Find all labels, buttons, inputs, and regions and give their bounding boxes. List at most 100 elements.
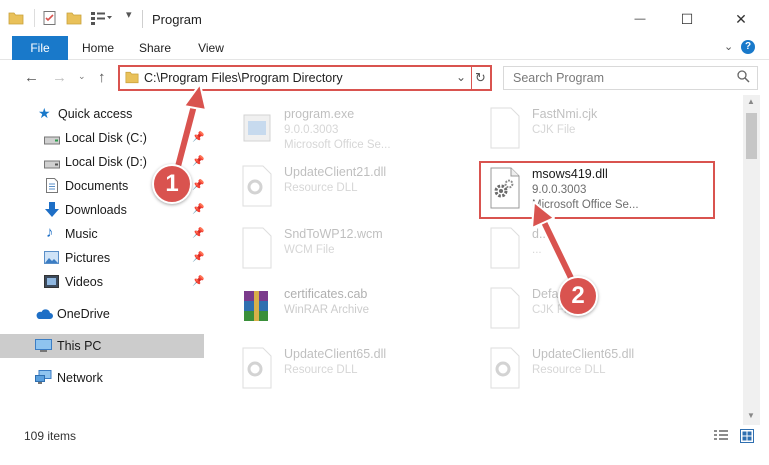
pin-icon[interactable]: 📌 — [192, 204, 204, 215]
file-type: Resource DLL — [532, 364, 606, 376]
qa-divider — [34, 9, 35, 27]
file-item-updateclient65-dll-2[interactable]: UpdateClient65.dll Resource DLL — [480, 341, 720, 397]
sidebar-item-onedrive[interactable]: OneDrive — [0, 302, 204, 326]
callout-1: 1 — [152, 164, 192, 204]
network-icon — [35, 370, 52, 388]
tab-file[interactable]: File — [12, 36, 68, 60]
file-type: CJK File — [532, 124, 576, 136]
sidebar-item-label: Downloads — [65, 203, 127, 217]
scroll-down-icon[interactable]: ▼ — [747, 411, 755, 420]
minimize-button[interactable]: — — [617, 0, 663, 38]
maximize-icon: ☐ — [680, 10, 694, 27]
sidebar-item-quick-access[interactable]: ★ Quick access — [0, 102, 204, 126]
hard-drive-icon — [44, 158, 60, 172]
sidebar-item-videos[interactable]: Videos 📌 — [0, 270, 204, 294]
help-icon[interactable]: ? — [741, 40, 755, 54]
forward-arrow-icon[interactable]: → — [52, 69, 67, 86]
tab-home[interactable]: Home — [76, 36, 120, 60]
file-name: SndToWP12.wcm — [284, 227, 383, 241]
navigation-pane: ★ Quick access Local Disk (C:) 📌 Local D… — [0, 95, 206, 425]
back-arrow-icon[interactable]: ← — [24, 69, 39, 86]
ribbon: File Home Share View ⌄ ? — [0, 36, 769, 60]
file-item-partial-d[interactable]: d... ... — [480, 221, 720, 277]
address-dropdown-icon[interactable]: ⌄ — [456, 70, 466, 84]
search-input[interactable]: Search Program — [503, 66, 758, 90]
folder-icon[interactable] — [8, 10, 24, 28]
view-options-icon[interactable] — [90, 10, 112, 28]
tab-share[interactable]: Share — [132, 36, 178, 60]
pin-icon[interactable]: 📌 — [192, 252, 204, 263]
close-button[interactable]: ✕ — [718, 0, 764, 38]
refresh-icon[interactable]: ↻ — [475, 70, 486, 86]
file-name: d... — [532, 227, 550, 241]
maximize-button[interactable]: ☐ — [664, 0, 710, 38]
music-note-icon: ♪ — [46, 224, 54, 241]
up-arrow-icon[interactable]: ↑ — [98, 69, 106, 86]
sidebar-item-label: This PC — [57, 339, 102, 353]
expand-ribbon-icon[interactable]: ⌄ — [724, 40, 733, 53]
pin-icon[interactable]: 📌 — [192, 180, 204, 191]
blank-file-icon — [488, 287, 522, 329]
star-icon: ★ — [38, 105, 51, 121]
sidebar-item-local-disk-c[interactable]: Local Disk (C:) 📌 — [0, 126, 204, 150]
pin-icon[interactable]: 📌 — [192, 156, 204, 167]
sidebar-item-label: Local Disk (D:) — [65, 155, 147, 169]
window-title: Program — [152, 12, 202, 27]
scroll-up-icon[interactable]: ▲ — [747, 97, 755, 106]
sidebar-item-pictures[interactable]: Pictures 📌 — [0, 246, 204, 270]
close-icon: ✕ — [735, 10, 747, 27]
gear-file-icon — [240, 347, 274, 389]
address-bar[interactable]: C:\Program Files\Program Directory ⌄ ↻ — [118, 65, 492, 91]
hard-drive-icon — [44, 134, 60, 148]
document-icon — [46, 178, 58, 196]
sidebar-item-music[interactable]: ♪ Music 📌 — [0, 222, 204, 246]
tab-view[interactable]: View — [190, 36, 232, 60]
video-icon — [44, 275, 59, 291]
cloud-icon — [35, 309, 53, 323]
file-item-fastnmi-cjk[interactable]: FastNmi.cjk CJK File — [480, 101, 720, 157]
new-folder-icon[interactable] — [66, 10, 82, 28]
pin-icon[interactable]: 📌 — [192, 132, 204, 143]
scrollbar-thumb[interactable] — [746, 113, 757, 159]
pin-icon[interactable]: 📌 — [192, 228, 204, 239]
sidebar-item-label: Documents — [65, 179, 129, 193]
properties-icon[interactable] — [42, 10, 58, 28]
status-bar: 109 items — [0, 425, 769, 447]
sidebar-item-label: OneDrive — [57, 307, 110, 321]
sidebar-item-label: Quick access — [58, 107, 133, 121]
sidebar-item-this-pc[interactable]: This PC — [0, 334, 204, 358]
file-item-certificates-cab[interactable]: certificates.cab WinRAR Archive — [232, 281, 472, 337]
file-name: FastNmi.cjk — [532, 107, 598, 121]
title-divider — [142, 10, 143, 28]
title-bar: ▾ Program — ☐ ✕ — [0, 0, 769, 38]
sidebar-item-label: Videos — [65, 275, 103, 289]
sidebar-item-label: Pictures — [65, 251, 111, 265]
vertical-scrollbar[interactable]: ▲ ▼ — [743, 95, 760, 425]
gear-file-icon — [488, 347, 522, 389]
picture-icon — [44, 251, 59, 267]
details-view-icon[interactable] — [714, 430, 728, 445]
computer-icon — [35, 339, 52, 356]
file-item-updateclient65-dll[interactable]: UpdateClient65.dll Resource DLL — [232, 341, 472, 397]
archive-icon — [240, 287, 274, 329]
file-type: WCM File — [284, 244, 335, 256]
pin-icon[interactable]: 📌 — [192, 276, 204, 287]
sidebar-item-network[interactable]: Network — [0, 366, 204, 390]
file-version: 9.0.0.3003 — [284, 124, 339, 136]
file-name: UpdateClient21.dll — [284, 165, 387, 179]
file-type: Resource DLL — [284, 182, 358, 194]
large-icons-view-icon[interactable] — [740, 429, 754, 446]
file-item-sndtowp12-wcm[interactable]: SndToWP12.wcm WCM File — [232, 221, 472, 277]
download-arrow-icon — [45, 202, 59, 220]
file-name: certificates.cab — [284, 287, 368, 301]
file-item-program-exe[interactable]: program.exe 9.0.0.3003 Microsoft Office … — [232, 101, 472, 157]
blank-file-icon — [488, 227, 522, 269]
recent-locations-icon[interactable]: ⌄ — [78, 71, 86, 82]
customize-toolbar-icon[interactable]: ▾ — [126, 8, 132, 26]
search-icon — [737, 70, 750, 86]
file-type: Resource DLL — [284, 364, 358, 376]
application-icon — [240, 107, 274, 149]
file-item-updateclient21-dll[interactable]: UpdateClient21.dll Resource DLL — [232, 159, 472, 215]
file-item-default-cjk[interactable]: Defa...cjk CJK File — [480, 281, 720, 337]
address-row: ← → ⌄ ↑ C:\Program Files\Program Directo… — [0, 61, 769, 95]
